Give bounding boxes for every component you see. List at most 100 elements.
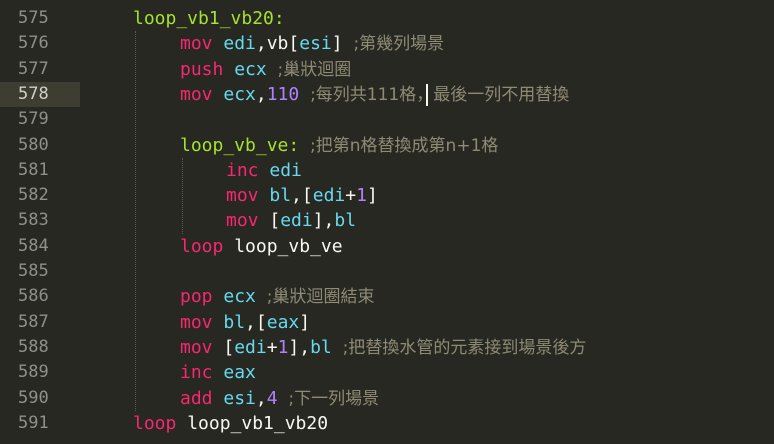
code-token: [	[223, 336, 235, 358]
code-line[interactable]: 577 push ecx ;巢狀迴圈	[0, 57, 774, 82]
line-number: 587	[18, 311, 49, 332]
code-comment: ;巢狀迴圈	[277, 59, 352, 80]
code-text: loop loop_vb1_vb20	[133, 411, 328, 436]
code-line[interactable]: 578 mov ecx,110 ;每列共111格，最後一列不用替換	[0, 81, 774, 108]
code-text: add esi,4 ;下一列場景	[180, 386, 379, 411]
line-number: 590	[18, 387, 49, 408]
code-token: edi	[223, 33, 256, 55]
code-line[interactable]: 591 loop loop_vb1_vb20	[0, 411, 774, 436]
line-number: 579	[18, 109, 49, 130]
code-token: mov	[180, 311, 224, 333]
code-line[interactable]: 579	[0, 107, 774, 132]
code-token: esi	[223, 387, 256, 409]
code-text: loop_vb_ve: ;把第n格替換成第n+1格	[180, 133, 498, 158]
line-number: 582	[18, 185, 49, 206]
code-comment: ;巢狀迴圈結束	[266, 287, 375, 308]
line-number: 576	[18, 33, 49, 54]
line-number: 585	[18, 261, 49, 281]
code-text: push ecx ;巢狀迴圈	[180, 57, 351, 82]
code-token: ,[	[291, 185, 313, 207]
code-text: mov bl,[eax]	[180, 310, 310, 335]
line-number: 589	[18, 362, 49, 383]
code-token: bl	[334, 210, 357, 232]
code-token: ]	[366, 185, 378, 207]
code-line[interactable]: 583 mov [edi],bl	[0, 208, 774, 233]
code-token: eax	[266, 311, 300, 333]
code-token: esi	[299, 33, 332, 55]
code-token: mov	[180, 83, 224, 105]
line-number: 581	[18, 159, 49, 180]
code-text: loop loop_vb_ve	[180, 234, 343, 259]
code-token: loop	[133, 412, 188, 434]
indent-guide	[135, 31, 136, 411]
code-token: eax	[223, 362, 256, 384]
code-comment: ;每列共111格，最後一列不用替換	[310, 84, 570, 105]
code-line[interactable]: 584 loop loop_vb_ve	[0, 234, 774, 259]
code-token: loop	[180, 235, 235, 257]
code-token: bl	[223, 311, 246, 333]
code-text: pop ecx ;巢狀迴圈結束	[180, 284, 374, 309]
code-text: mov edi,vb[esi] ;第幾列場景	[180, 31, 444, 56]
code-comment: ;把替換水管的元素接到場景後方	[342, 337, 587, 358]
code-token: ecx	[223, 286, 267, 308]
text-cursor	[426, 83, 428, 106]
code-token: ,vb[	[255, 33, 300, 55]
code-line[interactable]: 576 mov edi,vb[esi] ;第幾列場景	[0, 31, 774, 56]
code-line[interactable]: 588 mov [edi+1],bl ;把替換水管的元素接到場景後方	[0, 335, 774, 360]
code-token: mov	[226, 210, 270, 232]
code-token: push	[180, 58, 235, 80]
code-token: ],	[288, 336, 311, 358]
code-token: add	[180, 387, 224, 409]
code-line[interactable]: 580 loop_vb_ve: ;把第n格替換成第n+1格	[0, 133, 774, 158]
line-number: 577	[18, 58, 49, 79]
code-text: mov [edi],bl	[226, 208, 356, 233]
code-token: edi	[234, 336, 267, 358]
code-token: +	[266, 336, 278, 358]
code-token: edi	[312, 185, 346, 207]
line-number: 591	[18, 412, 49, 433]
line-number: 584	[18, 235, 49, 256]
code-token: inc	[180, 362, 224, 384]
code-token: loop_vb_ve	[234, 235, 343, 257]
code-token: +	[345, 185, 357, 207]
code-token: ]	[299, 311, 311, 333]
code-text: mov bl,[edi+1]	[226, 183, 378, 208]
code-comment: ;把第n格替換成第n+1格	[310, 135, 499, 156]
indent-guide	[182, 157, 183, 234]
code-token: edi	[269, 159, 302, 181]
code-line[interactable]: 575 loop_vb1_vb20:	[0, 6, 774, 31]
code-token: loop_vb_ve:	[180, 134, 311, 156]
line-number: 575	[18, 8, 49, 28]
code-token: loop_vb1_vb20:	[133, 8, 285, 29]
code-line[interactable]: 586 pop ecx ;巢狀迴圈結束	[0, 284, 774, 309]
code-text: inc eax	[180, 360, 256, 385]
code-token: mov	[180, 336, 224, 358]
code-text: loop_vb1_vb20:	[133, 6, 285, 31]
code-line[interactable]: 590 add esi,4 ;下一列場景	[0, 386, 774, 411]
code-token: ecx	[234, 58, 278, 80]
code-line[interactable]: 582 mov bl,[edi+1]	[0, 183, 774, 208]
code-token: 4	[266, 387, 289, 409]
code-token: ],	[312, 210, 335, 232]
code-comment: ;第幾列場景	[353, 34, 445, 55]
code-token: ,	[255, 83, 267, 105]
code-editor[interactable]: 575 loop_vb1_vb20: 576 mov edi,vb[esi] ;第幾列…	[0, 0, 774, 444]
code-line[interactable]: 587 mov bl,[eax]	[0, 310, 774, 335]
line-number: 586	[18, 286, 49, 307]
code-token: edi	[280, 210, 313, 232]
code-line[interactable]: 589 inc eax	[0, 360, 774, 385]
line-number: 578	[0, 81, 80, 108]
code-comment: ;下一列場景	[288, 388, 380, 409]
code-token: bl	[269, 185, 292, 207]
code-token: inc	[226, 159, 270, 181]
code-token: ,	[255, 387, 267, 409]
code-token: 110	[266, 83, 311, 105]
code-line[interactable]: 585	[0, 259, 774, 284]
code-token: pop	[180, 286, 224, 308]
code-token: bl	[310, 336, 343, 358]
code-text: mov ecx,110 ;每列共111格，最後一列不用替換	[180, 82, 569, 107]
code-token: 1	[277, 336, 289, 358]
code-line[interactable]: 581 inc edi	[0, 158, 774, 183]
code-token: ]	[331, 33, 354, 55]
code-token: ,[	[245, 311, 267, 333]
